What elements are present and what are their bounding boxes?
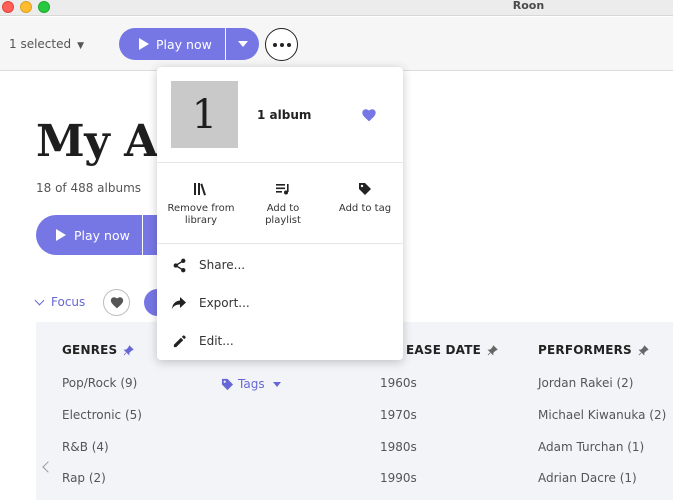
toolbar-play-now-label: Play now	[156, 36, 212, 52]
release-date-item[interactable]: 1960s	[380, 376, 417, 390]
share-menu-item[interactable]: Share...	[171, 257, 245, 273]
more-dot	[286, 42, 291, 47]
divider	[157, 162, 403, 163]
edit-menu-item[interactable]: Edit...	[171, 333, 234, 349]
performer-item[interactable]: Jordan Rakei (2)	[538, 376, 633, 390]
favorite-filter-button[interactable]	[103, 289, 130, 316]
add-to-playlist-line1: Add to	[266, 203, 300, 214]
tags-label: Tags	[238, 377, 265, 391]
window-title: Roon	[512, 0, 545, 12]
album-count: 18 of 488 albums	[36, 181, 142, 195]
more-dot	[279, 42, 284, 47]
genre-item[interactable]: R&B (4)	[62, 440, 109, 454]
pin-icon[interactable]	[638, 344, 649, 356]
play-icon	[139, 38, 149, 50]
tag-icon	[221, 378, 234, 390]
performers-column-header[interactable]: PERFORMERS	[538, 343, 649, 357]
performer-item[interactable]: Michael Kiwanuka (2)	[538, 408, 666, 422]
pin-icon[interactable]	[123, 344, 135, 356]
genre-item[interactable]: Rap (2)	[62, 471, 106, 485]
export-label: Export...	[199, 296, 250, 310]
add-to-tag-line1: Add to tag	[338, 203, 392, 214]
performer-item[interactable]: Adam Turchan (1)	[538, 440, 644, 454]
play-options-dropdown-button[interactable]	[226, 28, 259, 60]
toolbar-play-now-button[interactable]: Play now	[119, 28, 225, 60]
album-art-placeholder: 1	[171, 81, 238, 148]
genres-header-label: GENRES	[62, 343, 118, 357]
caret-down-icon	[272, 381, 281, 387]
selection-count: 1 selected	[9, 37, 72, 51]
tag-icon	[325, 181, 405, 197]
remove-from-library-line1: Remove from	[167, 203, 235, 214]
add-to-playlist-line2: playlist	[265, 215, 301, 226]
genres-column-header[interactable]: GENRES	[62, 343, 135, 357]
playlist-add-icon	[243, 181, 323, 197]
play-now-label: Play now	[74, 227, 130, 243]
remove-from-library-action[interactable]: Remove from library	[161, 181, 241, 227]
selection-toolbar: 1 selected ▼ Play now	[0, 17, 673, 71]
release-date-item[interactable]: 1980s	[380, 440, 417, 454]
caret-down-icon	[237, 41, 248, 47]
release-date-column-header[interactable]: EASE DATE	[406, 343, 498, 357]
edit-icon	[171, 333, 187, 349]
page-title: My A	[36, 116, 158, 167]
remove-from-library-line2: library	[184, 215, 218, 226]
more-dots-icon	[272, 42, 277, 47]
release-date-item[interactable]: 1990s	[380, 471, 417, 485]
play-now-button[interactable]: Play now	[36, 215, 142, 255]
focus-label: Focus	[51, 295, 86, 309]
heart-outline-icon	[110, 297, 123, 309]
focus-toggle[interactable]: Focus	[34, 295, 86, 309]
export-menu-item[interactable]: Export...	[171, 295, 250, 311]
divider	[157, 243, 403, 244]
release-date-item[interactable]: 1970s	[380, 408, 417, 422]
performers-header-label: PERFORMERS	[538, 343, 632, 357]
pin-icon[interactable]	[487, 344, 498, 356]
share-icon	[171, 257, 187, 273]
add-to-playlist-action[interactable]: Add to playlist	[243, 181, 323, 227]
export-icon	[171, 295, 187, 311]
genre-item[interactable]: Electronic (5)	[62, 408, 142, 422]
selection-summary: 1 album	[257, 108, 312, 122]
genre-item[interactable]: Pop/Rock (9)	[62, 376, 137, 390]
selection-context-menu: 1 1 album Remove from library Add to pla…	[157, 67, 403, 360]
play-icon	[56, 229, 66, 241]
release-date-header-label: EASE DATE	[406, 343, 482, 357]
performer-item[interactable]: Adrian Dacre (1)	[538, 471, 637, 485]
library-icon	[161, 181, 241, 197]
edit-label: Edit...	[199, 334, 234, 348]
selection-dropdown[interactable]: 1 selected ▼	[9, 37, 84, 51]
more-options-button[interactable]	[265, 28, 298, 61]
favorite-heart-icon[interactable]	[361, 107, 377, 126]
tags-dropdown[interactable]: Tags	[221, 377, 281, 391]
chevron-down-icon	[34, 295, 45, 305]
title-bar: Roon	[0, 0, 673, 16]
share-label: Share...	[199, 258, 246, 272]
caret-down-icon: ▼	[77, 41, 85, 51]
add-to-tag-action[interactable]: Add to tag	[325, 181, 405, 215]
